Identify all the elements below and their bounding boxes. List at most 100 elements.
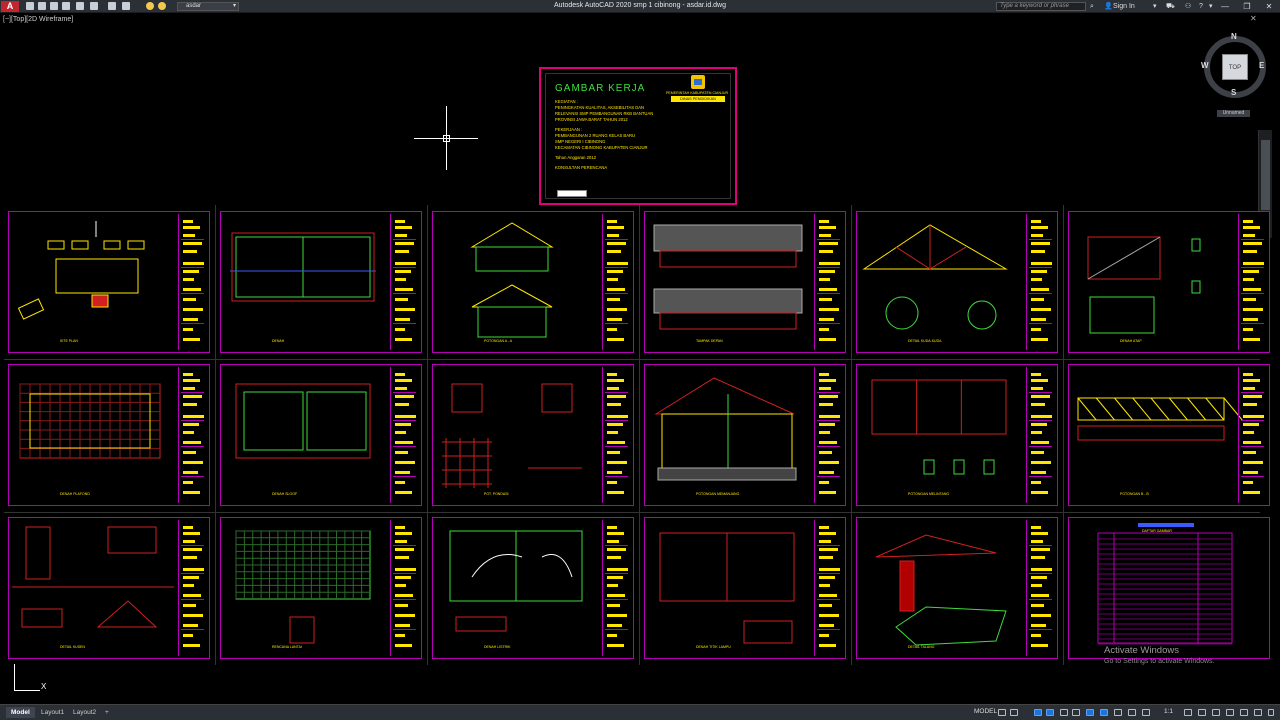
chevron-down-icon[interactable]: ▾ (1209, 2, 1213, 11)
drawing-sheet[interactable]: RENCANA LANTAI (220, 517, 422, 659)
title-block-text (1031, 481, 1041, 484)
transparency-icon[interactable] (1100, 709, 1108, 716)
model-space-toggle[interactable]: MODEL (974, 708, 997, 715)
drawing-sheet[interactable]: POTONGAN A - A (432, 211, 634, 353)
units-icon[interactable] (1212, 709, 1220, 716)
annotation-scale-value[interactable]: 1:1 (1164, 708, 1173, 715)
chevron-down-icon[interactable]: ▾ (1153, 2, 1157, 11)
wcs-menu[interactable]: Unnamed (1217, 110, 1250, 117)
drawing-sheet[interactable]: DENAH SLOOF (220, 364, 422, 506)
undo-icon[interactable] (108, 2, 116, 10)
selection-cycling-icon[interactable] (1114, 709, 1122, 716)
title-block-divider (605, 599, 628, 600)
search-icon[interactable]: ⌕ (1090, 2, 1094, 11)
title-block-divider (817, 573, 840, 574)
clean-screen-icon[interactable] (1254, 709, 1262, 716)
tab-model[interactable]: Model (6, 707, 35, 718)
title-block-divider (1241, 476, 1264, 477)
cart-icon[interactable]: ⛟ (1166, 2, 1175, 11)
customization-menu-icon[interactable] (1268, 709, 1274, 716)
drawing-sheet[interactable]: DENAH LISTRIK (432, 517, 634, 659)
maximize-button[interactable]: ❐ (1236, 0, 1258, 13)
save-icon[interactable] (50, 2, 58, 10)
drawing-sheet[interactable]: DAFTAR GAMBAR (1068, 517, 1270, 659)
drawing-sheet[interactable]: POTONGAN B - B (1068, 364, 1270, 506)
drawing-sheet[interactable]: POT. PONDASI (432, 364, 634, 506)
search-input[interactable]: Type a keyword or phrase (996, 2, 1086, 11)
title-block-text (395, 614, 415, 617)
title-block-divider (605, 420, 628, 421)
title-block-text (395, 584, 406, 587)
otrack-icon[interactable] (1072, 709, 1080, 716)
title-block-text (183, 423, 199, 426)
minimize-button[interactable]: — (1214, 0, 1236, 13)
close-button[interactable]: ✕ (1258, 0, 1280, 13)
drawing-sheet[interactable]: DETAIL TALANG (856, 517, 1058, 659)
viewcube-top-face[interactable]: TOP (1222, 54, 1248, 80)
title-block-text (395, 604, 408, 607)
new-icon[interactable] (26, 2, 34, 10)
title-block-text (607, 373, 617, 376)
drawing-sheet[interactable]: DENAH PLAFOND (8, 364, 210, 506)
workspace-gear-icon[interactable] (1184, 709, 1192, 716)
plot-icon[interactable] (90, 2, 98, 10)
add-layout-button[interactable]: + (100, 707, 114, 718)
isolate-objects-icon[interactable] (1240, 709, 1248, 716)
drawing-sheet[interactable]: DENAH ATAP (1068, 211, 1270, 353)
cover-sheet[interactable]: GAMBAR KERJA KEGIATAN : PENINGKATAN KUAL… (539, 67, 737, 205)
annotation-scale-icon[interactable] (1142, 709, 1150, 716)
compass-east[interactable]: E (1259, 61, 1264, 70)
osnap-icon[interactable] (1060, 709, 1068, 716)
sign-in-link[interactable]: Sign In (1113, 2, 1135, 11)
title-block-text (183, 288, 201, 291)
saveas-icon[interactable] (62, 2, 70, 10)
sheet-separator (4, 359, 1260, 360)
snap-icon[interactable] (1010, 709, 1018, 716)
drawing-sheet[interactable]: POTONGAN MEMANJANG (644, 364, 846, 506)
compass-north[interactable]: N (1231, 32, 1237, 41)
application-menu-button[interactable]: A (1, 1, 19, 12)
navigation-bar-thumb[interactable] (1261, 140, 1270, 210)
lineweight-icon[interactable] (1086, 709, 1094, 716)
title-block-divider (817, 392, 840, 393)
title-block-text (607, 403, 621, 406)
community-icon[interactable]: ⚇ (1185, 2, 1191, 11)
tab-layout1[interactable]: Layout1 (36, 707, 69, 718)
drawing-sheet[interactable]: DENAH TITIK LAMPU (644, 517, 846, 659)
compass-south[interactable]: S (1231, 88, 1236, 97)
help-icon[interactable]: ? (1199, 2, 1203, 11)
drawing-sheet[interactable]: DETAIL KUDA-KUDA (856, 211, 1058, 353)
compass-west[interactable]: W (1201, 61, 1209, 70)
grid-icon[interactable] (998, 709, 1006, 716)
drawing-sheet[interactable]: DENAH (220, 211, 422, 353)
title-block-divider (1029, 446, 1052, 447)
title-block-text (1243, 461, 1263, 464)
title-block-divider (1029, 476, 1052, 477)
print-icon[interactable] (76, 2, 84, 10)
ortho-icon[interactable] (1034, 709, 1042, 716)
close-drawing-icon[interactable]: ✕ (1250, 14, 1257, 23)
lightbulb-icon[interactable] (146, 2, 154, 10)
open-icon[interactable] (38, 2, 46, 10)
sheet-separator (1063, 205, 1064, 665)
title-block-text (819, 451, 832, 454)
viewport-controls-label[interactable]: [−][Top][2D Wireframe] (3, 16, 73, 23)
annotation-monitor-icon[interactable] (1198, 709, 1206, 716)
sun-icon[interactable] (158, 2, 166, 10)
drawing-sheet[interactable]: POTONGAN MELINTANG (856, 364, 1058, 506)
sheet-title: SITE PLAN (60, 339, 78, 343)
drawing-sheet[interactable]: TAMPAK DEPAN (644, 211, 846, 353)
title-block-text (1031, 270, 1047, 273)
title-block-text (1031, 461, 1051, 464)
title-block-text (183, 308, 203, 311)
redo-icon[interactable] (122, 2, 130, 10)
quick-properties-icon[interactable] (1226, 709, 1234, 716)
drawing-sheet[interactable]: SITE PLAN (8, 211, 210, 353)
tab-layout2[interactable]: Layout2 (68, 707, 101, 718)
annotation-visibility-icon[interactable] (1128, 709, 1136, 716)
polar-icon[interactable] (1046, 709, 1054, 716)
title-block-text (395, 250, 409, 253)
drawing-sheet[interactable]: DETAIL KUSEN (8, 517, 210, 659)
title-block-text (395, 491, 412, 494)
layer-dropdown[interactable]: asdar ▾ (177, 2, 239, 11)
